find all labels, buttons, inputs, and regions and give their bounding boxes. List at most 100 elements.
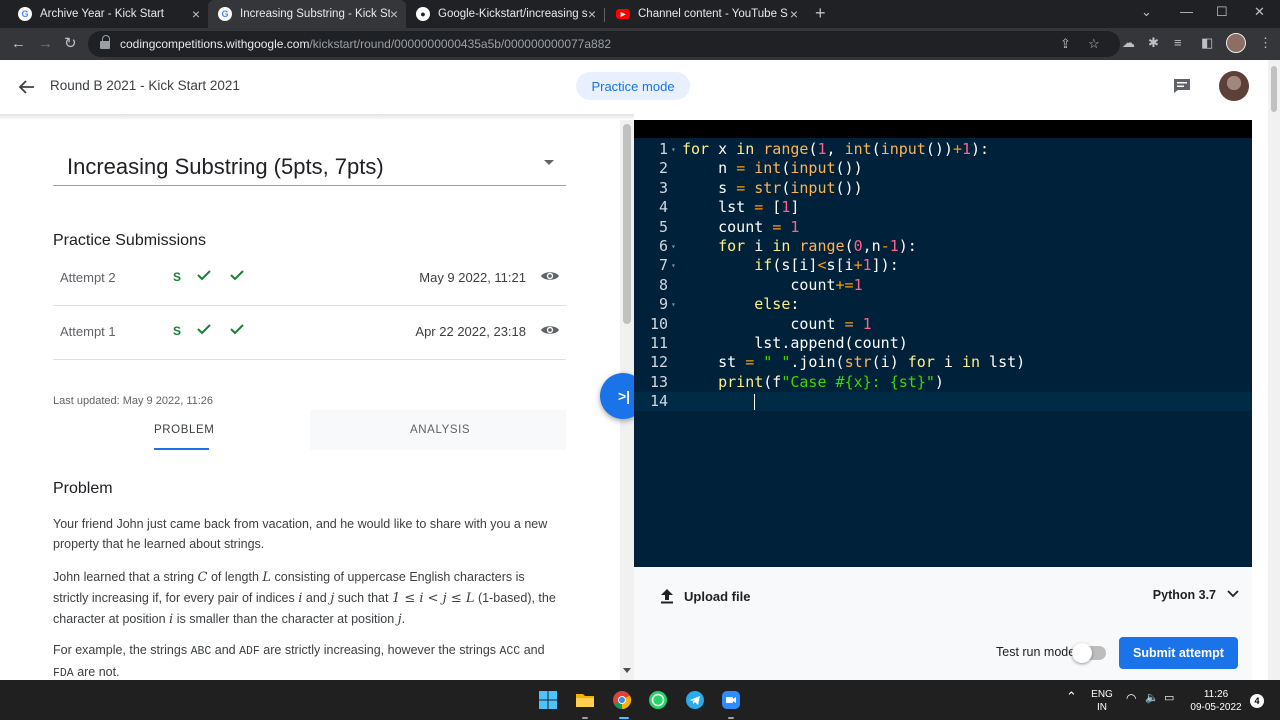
close-icon[interactable]: × bbox=[390, 6, 398, 22]
maximize-icon[interactable]: ☐ bbox=[1216, 4, 1228, 20]
status-badge: S bbox=[173, 324, 182, 338]
problem-paragraph: Your friend John just came back from vac… bbox=[53, 517, 548, 551]
address-bar[interactable]: codingcompetitions.withgoogle.com/kickst… bbox=[88, 31, 1120, 57]
submit-attempt-button[interactable]: Submit attempt bbox=[1119, 637, 1238, 669]
window-close-icon[interactable]: ✕ bbox=[1254, 4, 1265, 20]
code-line: 5 count = 1 bbox=[658, 217, 800, 236]
tab-problem[interactable]: PROBLEM bbox=[53, 410, 309, 450]
fold-arrow-icon: ▾ bbox=[671, 145, 676, 154]
close-icon[interactable]: × bbox=[192, 6, 200, 22]
practice-submissions-heading: Practice Submissions bbox=[53, 232, 206, 249]
wifi-icon[interactable]: ◠ bbox=[1126, 692, 1136, 705]
chevron-down-icon[interactable] bbox=[1227, 589, 1239, 599]
url-text: codingcompetitions.withgoogle.com/kickst… bbox=[120, 37, 612, 51]
zoom-icon[interactable] bbox=[721, 690, 741, 710]
problem-title: Increasing Substring (5pts, 7pts) bbox=[67, 154, 384, 179]
code-line-active: 14 bbox=[634, 392, 1252, 412]
check-icon bbox=[230, 324, 244, 335]
test-run-mode-label: Test run mode bbox=[996, 645, 1076, 659]
extensions-puzzle-icon[interactable]: ✱ bbox=[1148, 35, 1159, 51]
editor-action-bar: Upload file Python 3.7 Test run mode Sub… bbox=[634, 567, 1252, 680]
problem-selector[interactable]: Increasing Substring (5pts, 7pts) bbox=[53, 154, 566, 186]
back-arrow-icon[interactable] bbox=[18, 78, 36, 96]
whatsapp-icon[interactable] bbox=[648, 690, 668, 710]
check-icon bbox=[230, 270, 244, 281]
tab-analysis[interactable]: ANALYSIS bbox=[310, 410, 566, 450]
cloud-extension-icon[interactable]: ☁ bbox=[1122, 35, 1135, 51]
close-icon[interactable]: × bbox=[588, 6, 596, 22]
browser-tab-youtube[interactable]: ▶ Channel content - YouTube Studi × bbox=[606, 0, 806, 28]
submission-row[interactable]: Attempt 2 S May 9 2022, 11:21 bbox=[53, 252, 566, 306]
code-line: 6 ▾ for i in range(0,n-1): bbox=[658, 236, 917, 255]
code-line: 10 count = 1 bbox=[649, 314, 872, 333]
side-panel-icon[interactable]: ◧ bbox=[1201, 35, 1213, 51]
tab-search-icon[interactable]: ⌄ bbox=[1141, 4, 1152, 20]
telegram-icon[interactable] bbox=[685, 690, 705, 710]
new-tab-button[interactable]: + bbox=[815, 3, 826, 24]
browser-tab-increasing-substring[interactable]: G Increasing Substring - Kick Start × bbox=[208, 0, 406, 28]
fold-arrow-icon: ▾ bbox=[671, 300, 676, 310]
browser-menu-icon[interactable]: ⋮ bbox=[1259, 35, 1272, 51]
browser-tab-archive[interactable]: G Archive Year - Kick Start × bbox=[8, 0, 208, 28]
browser-tab-bar: G Archive Year - Kick Start × G Increasi… bbox=[0, 0, 1280, 28]
code-lines[interactable]: 1 ▾ for x in range(1, int(input())+1): 2 n… bbox=[634, 140, 1252, 412]
share-icon[interactable]: ⇪ bbox=[1060, 36, 1071, 52]
editor-top-bar bbox=[634, 120, 1252, 138]
code-line: 2 n = int(input()) bbox=[658, 159, 863, 178]
media-control-icon[interactable]: ≡ bbox=[1174, 35, 1182, 50]
submission-row[interactable]: Attempt 1 S Apr 22 2022, 23:18 bbox=[53, 306, 566, 360]
problem-panel: Increasing Substring (5pts, 7pts) Practi… bbox=[0, 120, 620, 680]
clock[interactable]: 11:26 09-05-2022 bbox=[1186, 688, 1246, 714]
chevron-up-icon[interactable]: ⌃ bbox=[1066, 690, 1077, 703]
problem-paragraph: For example, the strings ABC and ADF are… bbox=[53, 643, 545, 680]
problem-paragraph: John learned that a string C of length L… bbox=[53, 570, 556, 627]
windows-start-icon[interactable] bbox=[538, 690, 558, 710]
scrollbar-thumb[interactable] bbox=[623, 124, 631, 324]
fold-arrow-icon: ▾ bbox=[671, 241, 676, 251]
chrome-icon[interactable] bbox=[612, 690, 632, 710]
forward-icon[interactable]: → bbox=[38, 35, 53, 53]
language-select[interactable]: Python 3.7 bbox=[1153, 588, 1216, 602]
dropdown-caret-icon bbox=[544, 160, 554, 165]
taskbar-indicator bbox=[582, 717, 588, 719]
close-icon[interactable]: × bbox=[790, 6, 798, 22]
scroll-down-icon[interactable] bbox=[623, 668, 631, 673]
google-icon: G bbox=[18, 7, 32, 21]
input-language[interactable]: ENG IN bbox=[1090, 688, 1114, 714]
code-line: 9 ▾ else: bbox=[658, 295, 800, 314]
attempt-date: Apr 22 2022, 23:18 bbox=[415, 324, 526, 339]
test-run-mode-toggle[interactable] bbox=[1072, 643, 1106, 663]
user-avatar[interactable] bbox=[1219, 71, 1249, 101]
battery-icon[interactable]: ▭ bbox=[1164, 692, 1174, 705]
upload-file-button[interactable]: Upload file bbox=[660, 588, 750, 604]
minimize-icon[interactable]: — bbox=[1180, 4, 1193, 19]
app-header: Round B 2021 - Kick Start 2021 Practice … bbox=[0, 60, 1268, 114]
round-title: Round B 2021 - Kick Start 2021 bbox=[50, 78, 240, 93]
notification-badge[interactable]: 4 bbox=[1250, 694, 1264, 708]
practice-mode-chip[interactable]: Practice mode bbox=[576, 72, 690, 100]
page-scrollbar[interactable] bbox=[1268, 60, 1280, 680]
check-icon bbox=[197, 270, 211, 281]
status-badge: S bbox=[173, 270, 182, 284]
lock-icon bbox=[100, 35, 110, 49]
attempt-label: Attempt 1 bbox=[60, 324, 116, 339]
reload-icon[interactable]: ↻ bbox=[64, 35, 77, 53]
eye-icon[interactable] bbox=[540, 323, 560, 337]
github-icon: ● bbox=[416, 7, 430, 21]
active-tab-indicator bbox=[154, 448, 209, 450]
eye-icon[interactable] bbox=[540, 269, 560, 283]
tab-analysis-label: ANALYSIS bbox=[410, 424, 471, 436]
browser-toolbar: ← → ↻ codingcompetitions.withgoogle.com/… bbox=[0, 28, 1280, 60]
back-icon[interactable]: ← bbox=[11, 35, 26, 53]
code-editor[interactable]: 1 ▾ for x in range(1, int(input())+1): 2 n… bbox=[634, 120, 1252, 567]
code-line: 7 ▾ if(s[i]<s[i+1]): bbox=[658, 256, 899, 275]
bookmark-star-icon[interactable]: ☆ bbox=[1088, 36, 1100, 52]
feedback-icon[interactable] bbox=[1173, 78, 1191, 94]
browser-profile-avatar[interactable] bbox=[1226, 33, 1246, 53]
attempt-label: Attempt 2 bbox=[60, 270, 116, 285]
upload-icon bbox=[661, 589, 673, 604]
code-line: 4 lst = [1] bbox=[658, 198, 800, 217]
volume-icon[interactable]: 🔈 bbox=[1145, 692, 1159, 705]
browser-tab-github[interactable]: ● Google-Kickstart/increasing subs × bbox=[406, 0, 604, 28]
file-explorer-icon[interactable] bbox=[575, 690, 595, 710]
